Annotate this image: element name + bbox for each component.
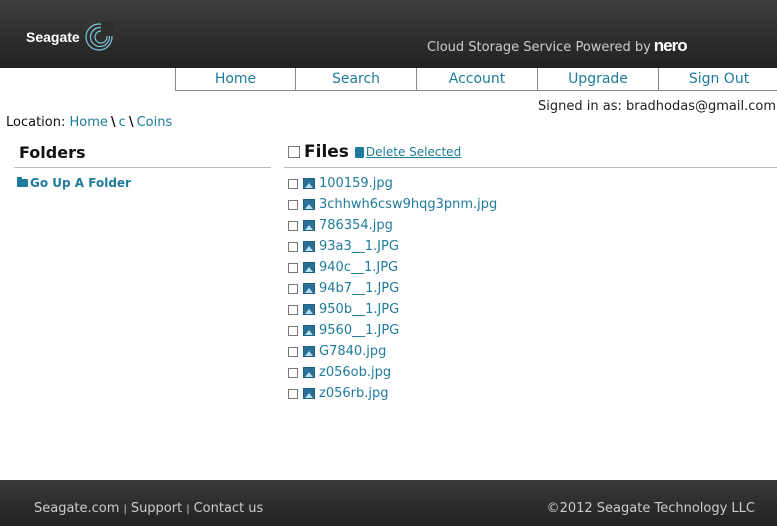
logo-text: Seagate — [26, 29, 80, 45]
footer-divider: | — [186, 504, 190, 515]
image-file-icon — [303, 388, 315, 399]
file-link[interactable]: z056ob.jpg — [319, 365, 391, 380]
image-file-icon — [303, 346, 315, 357]
file-checkbox[interactable] — [288, 388, 298, 399]
image-file-icon — [303, 304, 315, 315]
image-file-icon — [303, 178, 315, 189]
files-header: Files Delete Selected — [288, 142, 461, 162]
file-link[interactable]: 94b7__1.JPG — [319, 281, 399, 296]
file-link[interactable]: G7840.jpg — [319, 344, 386, 359]
list-item: 93a3__1.JPG — [288, 236, 497, 257]
file-checkbox[interactable] — [288, 283, 298, 294]
list-item: 940c__1.JPG — [288, 257, 497, 278]
footer-link-contact[interactable]: Contact us — [194, 501, 264, 516]
nav-sign-out[interactable]: Sign Out — [658, 68, 777, 90]
file-link[interactable]: 3chhwh6csw9hqg3pnm.jpg — [319, 197, 497, 212]
folders-divider — [14, 167, 271, 168]
files-heading: Files — [304, 142, 349, 162]
image-file-icon — [303, 367, 315, 378]
file-checkbox[interactable] — [288, 262, 298, 273]
list-item: 950b__1.JPG — [288, 299, 497, 320]
header-bar: Seagate Cloud Storage Service Powered by… — [0, 0, 777, 68]
seagate-logo[interactable]: Seagate — [26, 22, 114, 52]
nav-account[interactable]: Account — [416, 68, 537, 90]
select-all-checkbox[interactable] — [288, 146, 300, 158]
folders-heading: Folders — [19, 143, 86, 162]
image-file-icon — [303, 199, 315, 210]
list-item: 3chhwh6csw9hqg3pnm.jpg — [288, 194, 497, 215]
file-link[interactable]: 786354.jpg — [319, 218, 393, 233]
delete-selected-link[interactable]: Delete Selected — [366, 145, 461, 159]
file-checkbox[interactable] — [288, 346, 298, 357]
location-label: Location: — [6, 115, 66, 130]
file-list: 100159.jpg 3chhwh6csw9hqg3pnm.jpg 786354… — [288, 173, 497, 404]
nav-upgrade[interactable]: Upgrade — [537, 68, 658, 90]
footer-link-support[interactable]: Support — [131, 501, 182, 516]
go-up-folder-link[interactable]: Go Up A Folder — [17, 176, 131, 190]
image-file-icon — [303, 262, 315, 273]
breadcrumb: Location: Home \ c \ Coins — [6, 115, 172, 130]
breadcrumb-separator: \ — [110, 115, 116, 130]
list-item: 100159.jpg — [288, 173, 497, 194]
breadcrumb-home[interactable]: Home — [70, 115, 108, 130]
image-file-icon — [303, 283, 315, 294]
file-link[interactable]: 950b__1.JPG — [319, 302, 399, 317]
seagate-swirl-icon — [85, 22, 114, 51]
file-link[interactable]: 100159.jpg — [319, 176, 393, 191]
file-link[interactable]: z056rb.jpg — [319, 386, 388, 401]
footer-bar: Seagate.com | Support | Contact us ©2012 Sea… — [0, 480, 777, 526]
file-checkbox[interactable] — [288, 241, 298, 252]
folder-up-icon — [17, 177, 28, 187]
file-link[interactable]: 93a3__1.JPG — [319, 239, 399, 254]
service-tagline: Cloud Storage Service Powered by nero — [427, 36, 688, 56]
nav-home[interactable]: Home — [175, 68, 295, 90]
signed-in-status: Signed in as: bradhodas@gmail.com — [538, 99, 776, 114]
image-file-icon — [303, 325, 315, 336]
file-checkbox[interactable] — [288, 304, 298, 315]
nav-search[interactable]: Search — [295, 68, 416, 90]
file-checkbox[interactable] — [288, 199, 298, 210]
file-checkbox[interactable] — [288, 325, 298, 336]
list-item: z056ob.jpg — [288, 362, 497, 383]
service-text: Cloud Storage Service Powered by — [427, 40, 651, 55]
list-item: 94b7__1.JPG — [288, 278, 497, 299]
copyright-text: ©2012 Seagate Technology LLC — [546, 501, 755, 516]
footer-links: Seagate.com | Support | Contact us — [34, 501, 263, 516]
image-file-icon — [303, 241, 315, 252]
breadcrumb-separator: \ — [128, 115, 134, 130]
breadcrumb-c[interactable]: c — [119, 115, 126, 130]
image-file-icon — [303, 220, 315, 231]
list-item: 786354.jpg — [288, 215, 497, 236]
file-checkbox[interactable] — [288, 178, 298, 189]
trash-icon[interactable] — [354, 146, 364, 158]
list-item: z056rb.jpg — [288, 383, 497, 404]
files-divider — [284, 167, 777, 168]
footer-divider: | — [123, 504, 127, 515]
file-link[interactable]: 9560__1.JPG — [319, 323, 399, 338]
list-item: 9560__1.JPG — [288, 320, 497, 341]
go-up-label: Go Up A Folder — [30, 176, 131, 190]
file-link[interactable]: 940c__1.JPG — [319, 260, 398, 275]
file-checkbox[interactable] — [288, 220, 298, 231]
footer-link-seagate[interactable]: Seagate.com — [34, 501, 119, 516]
list-item: G7840.jpg — [288, 341, 497, 362]
main-nav: Home Search Account Upgrade Sign Out — [175, 68, 777, 91]
breadcrumb-coins[interactable]: Coins — [137, 115, 173, 130]
nero-logo: nero — [653, 36, 688, 55]
file-checkbox[interactable] — [288, 367, 298, 378]
